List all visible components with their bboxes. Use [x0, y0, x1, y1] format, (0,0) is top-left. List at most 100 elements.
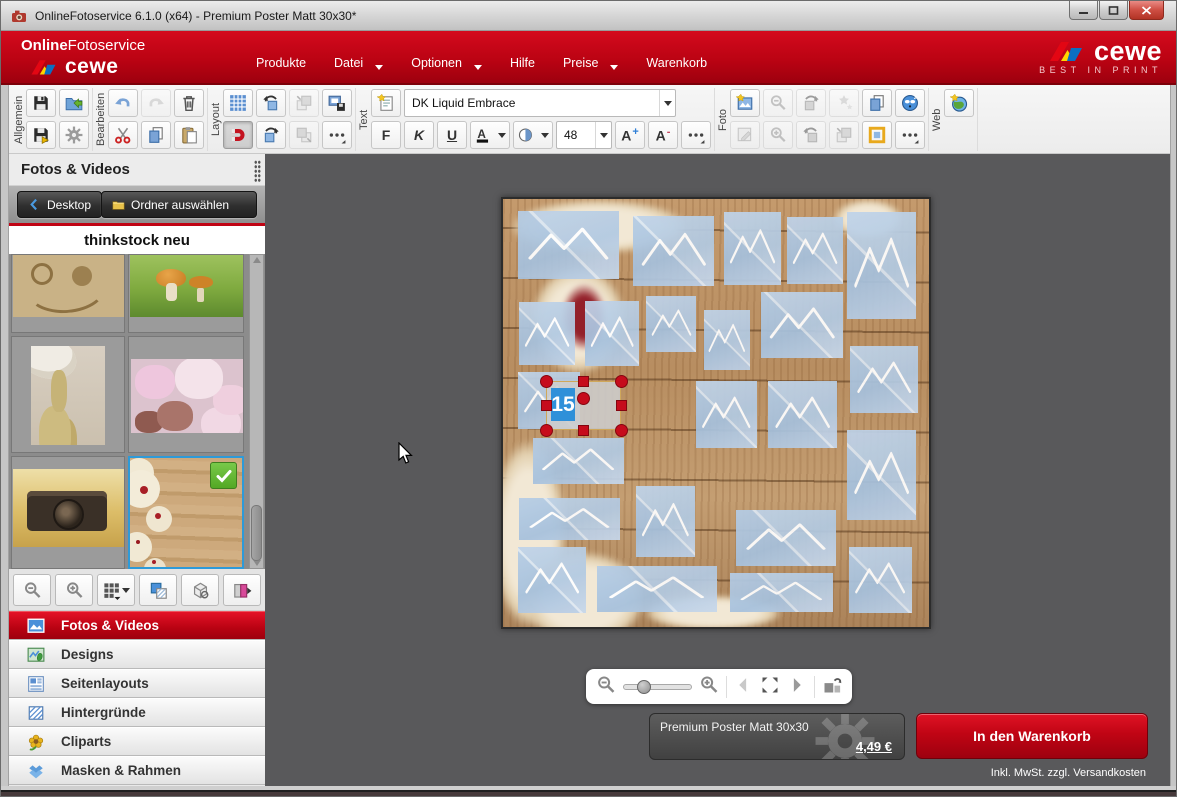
selected-placeholder[interactable]: 15	[546, 381, 621, 430]
zoom-slider-thumb[interactable]	[637, 680, 651, 694]
selection-handle[interactable]	[615, 375, 628, 388]
thumb-zoom-out-button[interactable]	[13, 574, 51, 606]
close-button[interactable]	[1129, 1, 1164, 20]
selection-handle[interactable]	[578, 425, 589, 436]
thumb-zoom-in-button[interactable]	[55, 574, 93, 606]
settings-button[interactable]	[59, 121, 89, 149]
thumbnail-scrollbar[interactable]	[249, 254, 264, 569]
toolbar-group-layout: Layout	[208, 88, 356, 151]
view-grid-button[interactable]	[97, 574, 135, 606]
dropdown-arrow-icon[interactable]	[659, 90, 675, 116]
fill-color-button[interactable]	[513, 121, 553, 149]
photo-frame-button[interactable]	[862, 121, 892, 149]
sort-photos-button[interactable]	[139, 574, 177, 606]
add-photo-button[interactable]	[730, 89, 760, 117]
desktop-back-button[interactable]: Desktop	[17, 191, 102, 218]
add-photo-icon	[736, 94, 754, 112]
selection-handle[interactable]	[616, 400, 627, 411]
view-3d-button[interactable]	[181, 574, 219, 606]
italic-button[interactable]: K	[404, 121, 434, 149]
save-as-button[interactable]	[26, 121, 56, 149]
canvas-zoom-out-button[interactable]	[596, 675, 616, 698]
rotate-preview-icon	[822, 675, 842, 695]
text-more-button[interactable]	[681, 121, 711, 149]
vintage-camera-photo[interactable]	[11, 456, 125, 569]
selection-handle[interactable]	[577, 392, 590, 405]
dough-pour-photo[interactable]	[11, 336, 125, 453]
sidebar-nav-seitenlayouts[interactable]: Seitenlayouts	[9, 669, 265, 698]
selection-layer: 15	[503, 199, 929, 627]
arrange-forward-icon	[295, 94, 313, 112]
menu-preise[interactable]: Preise	[563, 56, 618, 70]
selection-handle[interactable]	[578, 376, 589, 387]
add-text-button[interactable]	[371, 89, 401, 117]
sidebar-nav-fotos-videos[interactable]: Fotos & Videos	[9, 611, 265, 640]
sidebar-nav-hintergr-nde[interactable]: Hintergründe	[9, 698, 265, 727]
font-color-button[interactable]: A	[470, 121, 510, 149]
nav-label: Designs	[61, 647, 114, 662]
rotate-left-button[interactable]	[256, 89, 286, 117]
paste-button[interactable]	[174, 121, 204, 149]
mushrooms-photo[interactable]	[128, 254, 244, 333]
check-icon	[216, 469, 232, 483]
fit-to-screen-button[interactable]	[760, 675, 780, 698]
canvas-zoom-in-button[interactable]	[699, 675, 719, 698]
duplicate-button[interactable]	[862, 89, 892, 117]
canvas-zoom-slider[interactable]	[623, 684, 692, 690]
menu-hilfe[interactable]: Hilfe	[510, 56, 535, 70]
add-to-cart-button[interactable]: In den Warenkorb	[916, 713, 1148, 759]
grid-button[interactable]	[223, 89, 253, 117]
brand-bold: Online	[21, 37, 68, 54]
font-decrease-button[interactable]: A-	[648, 121, 678, 149]
panel-grip-handle[interactable]	[254, 160, 261, 182]
pink-cookies-photo[interactable]	[128, 336, 244, 453]
selection-handle[interactable]	[540, 424, 553, 437]
sidebar-nav-cliparts[interactable]: Cliparts	[9, 727, 265, 756]
product-name: Premium Poster Matt 30x30	[660, 720, 809, 734]
cut-button[interactable]	[108, 121, 138, 149]
scrollbar-thumb[interactable]	[251, 505, 262, 561]
folder-button-row: Desktop Ordner auswählen	[9, 186, 265, 223]
font-family-combo[interactable]: DK Liquid Embrace	[404, 89, 676, 117]
christmas-cookies-photo[interactable]	[128, 456, 244, 569]
undo-button[interactable]	[108, 89, 138, 117]
web-upload-button[interactable]	[944, 89, 974, 117]
copy-button[interactable]	[141, 121, 171, 149]
sidebar-nav-designs[interactable]: Designs	[9, 640, 265, 669]
rotate-right-button[interactable]	[256, 121, 286, 149]
sand-smiley-photo[interactable]	[11, 254, 125, 333]
selection-handle[interactable]	[540, 375, 553, 388]
scroll-up-arrow-icon[interactable]	[253, 257, 261, 263]
minimize-button[interactable]	[1069, 1, 1098, 20]
poster-canvas[interactable]: 15	[501, 197, 931, 629]
delete-button[interactable]	[174, 89, 204, 117]
bold-button[interactable]: F	[371, 121, 401, 149]
choose-folder-button[interactable]: Ordner auswählen	[101, 191, 257, 218]
display-save-button[interactable]	[322, 89, 352, 117]
menu-warenkorb[interactable]: Warenkorb	[646, 56, 707, 70]
menu-produkte[interactable]: Produkte	[256, 56, 306, 70]
toolbar-group-text: TextDK Liquid EmbraceFKUA48A+A-	[356, 88, 715, 151]
selection-handle[interactable]	[541, 400, 552, 411]
product-price[interactable]: 4,49 €	[856, 739, 892, 754]
font-size-combo[interactable]: 48	[556, 121, 612, 149]
photo-more-button[interactable]	[895, 121, 925, 149]
snap-magnet-button[interactable]	[223, 121, 253, 149]
export-album-button[interactable]	[223, 574, 261, 606]
layout-more-button[interactable]	[322, 121, 352, 149]
rotate-view-button[interactable]	[822, 675, 842, 698]
selection-handle[interactable]	[615, 424, 628, 437]
dropdown-arrow-icon[interactable]	[595, 122, 611, 148]
menu-datei[interactable]: Datei	[334, 56, 383, 70]
underline-button[interactable]: U	[437, 121, 467, 149]
open-project-button[interactable]	[59, 89, 89, 117]
font-increase-button[interactable]: A+	[615, 121, 645, 149]
next-page-button[interactable]	[787, 675, 807, 698]
slideshow-button[interactable]: z	[895, 89, 925, 117]
save-button[interactable]	[26, 89, 56, 117]
menu-optionen[interactable]: Optionen	[411, 56, 482, 70]
maximize-button[interactable]	[1099, 1, 1128, 20]
photo-rotate-left-button	[796, 121, 826, 149]
sidebar-nav-masken-rahmen[interactable]: Masken & Rahmen	[9, 756, 265, 785]
selected-check-badge	[210, 462, 237, 489]
